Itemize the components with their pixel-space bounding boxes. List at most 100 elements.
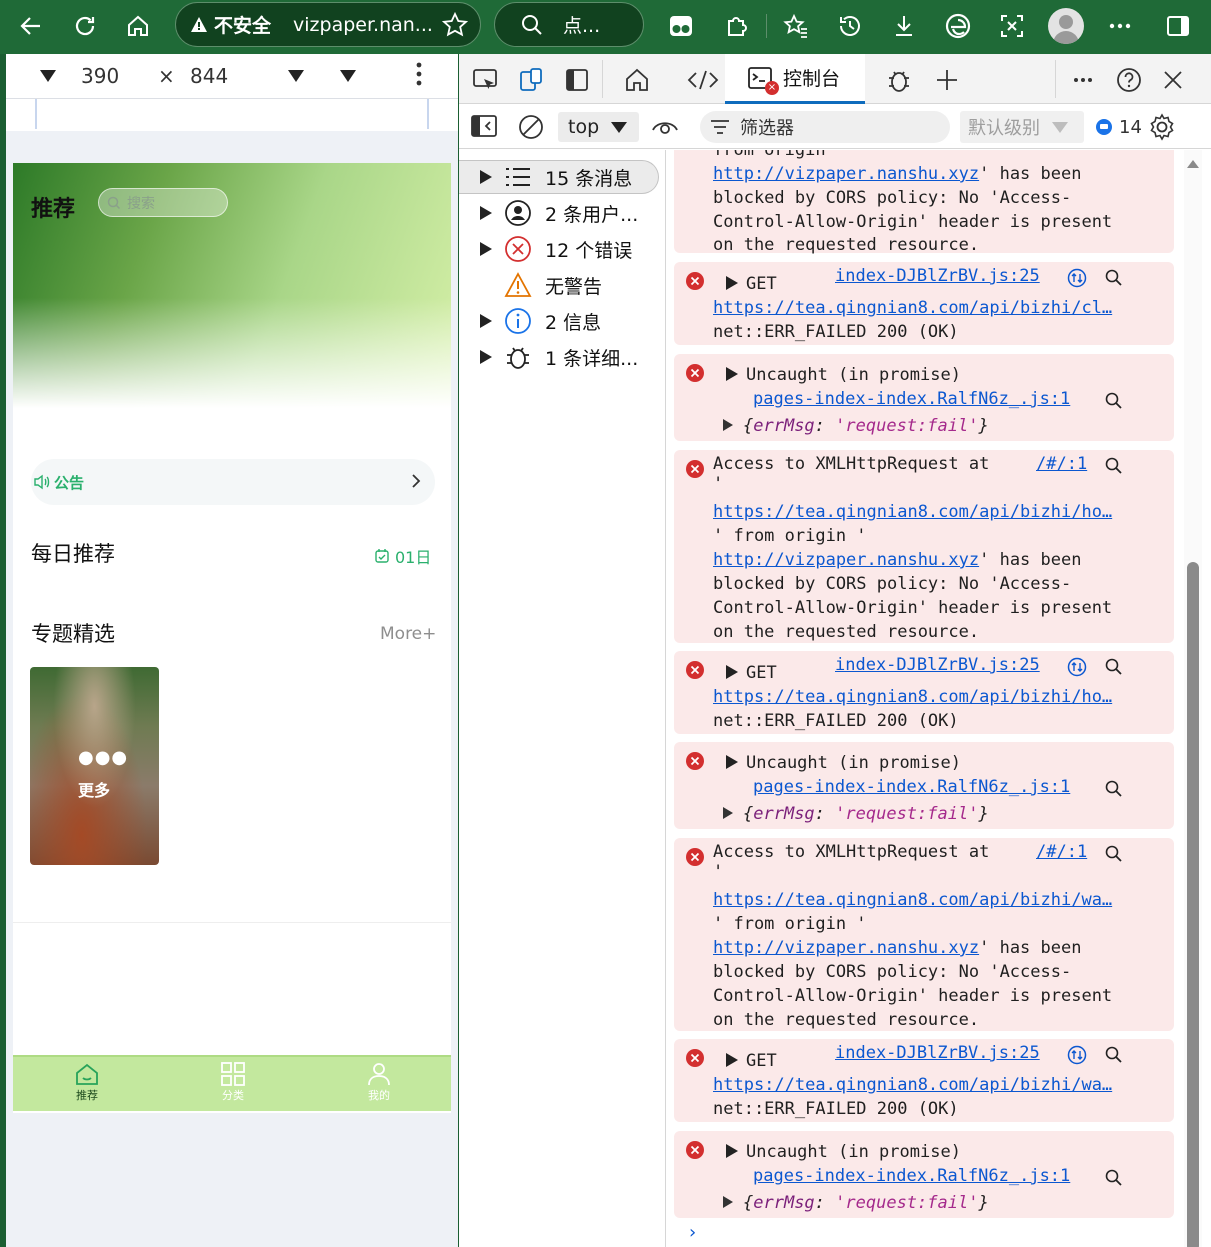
expand-arrow-icon[interactable] bbox=[723, 1196, 733, 1208]
edge-icon[interactable] bbox=[940, 8, 976, 44]
network-request-icon[interactable] bbox=[1067, 268, 1087, 288]
extensions-icon[interactable] bbox=[718, 8, 754, 44]
sidebar-item-info[interactable]: 2 信息 bbox=[459, 304, 659, 338]
origin-link[interactable]: http://vizpaper.nanshu.xyz bbox=[713, 164, 979, 184]
glasses-icon[interactable] bbox=[663, 8, 699, 44]
sidebar-toggle-icon[interactable] bbox=[1160, 8, 1196, 44]
security-warning[interactable]: 不安全 bbox=[190, 11, 271, 38]
history-icon[interactable] bbox=[832, 8, 868, 44]
refresh-icon[interactable] bbox=[67, 8, 103, 44]
zoom-dropdown-icon[interactable] bbox=[288, 70, 304, 82]
sidebar-item-user-messages[interactable]: 2 条用户... bbox=[459, 196, 659, 230]
inspect-icon[interactable] bbox=[467, 62, 503, 98]
expand-arrow-icon[interactable] bbox=[723, 807, 733, 819]
source-link[interactable]: pages-index-index.RalfN6z_.js:1 bbox=[753, 387, 1070, 411]
request-url-link[interactable]: https://tea.qingnian8.com/api/bizhi/wa… bbox=[713, 888, 1112, 912]
expand-arrow-icon[interactable] bbox=[726, 1144, 738, 1158]
expand-arrow-icon[interactable] bbox=[480, 350, 492, 364]
screenshot-icon[interactable] bbox=[994, 8, 1030, 44]
more-link[interactable]: More+ bbox=[380, 624, 436, 644]
issues-counter[interactable]: 14 bbox=[1095, 113, 1176, 141]
profile-avatar[interactable] bbox=[1048, 8, 1084, 44]
device-width[interactable]: 390 bbox=[81, 64, 119, 88]
sidebar-item-errors[interactable]: 12 个错误 bbox=[459, 232, 659, 266]
origin-link[interactable]: http://vizpaper.nanshu.xyz bbox=[713, 550, 979, 570]
topic-more-card[interactable]: ●●● 更多 bbox=[30, 667, 159, 865]
request-url-link[interactable]: https://tea.qingnian8.com/api/bizhi/cl… bbox=[713, 296, 1112, 320]
expand-arrow-icon[interactable] bbox=[726, 665, 738, 679]
search-icon[interactable] bbox=[1105, 1169, 1123, 1187]
sidebar-item-verbose[interactable]: 1 条详细... bbox=[459, 340, 659, 374]
expand-arrow-icon[interactable] bbox=[480, 170, 492, 184]
expand-arrow-icon[interactable] bbox=[480, 206, 492, 220]
search-icon[interactable] bbox=[1105, 1046, 1123, 1064]
sidebar-toggle-icon[interactable] bbox=[471, 114, 497, 138]
source-link[interactable]: index-DJBlZrBV.js:25 bbox=[835, 1041, 1040, 1065]
search-icon[interactable] bbox=[1105, 269, 1123, 287]
search-icon[interactable] bbox=[1105, 457, 1123, 475]
tab-category[interactable]: 分类 bbox=[193, 1061, 273, 1103]
source-link[interactable]: pages-index-index.RalfN6z_.js:1 bbox=[753, 1164, 1070, 1188]
search-input[interactable]: 搜索 bbox=[98, 188, 228, 217]
notice-bar[interactable]: 公告 bbox=[31, 459, 435, 505]
request-url-link[interactable]: https://tea.qingnian8.com/api/bizhi/ho… bbox=[713, 500, 1112, 524]
source-link[interactable]: /#/:1 bbox=[1036, 452, 1087, 476]
origin-link[interactable]: http://vizpaper.nanshu.xyz bbox=[713, 938, 979, 958]
throttle-dropdown-icon[interactable] bbox=[340, 70, 356, 82]
expand-arrow-icon[interactable] bbox=[726, 755, 738, 769]
device-height[interactable]: 844 bbox=[190, 64, 228, 88]
sidebar-item-messages[interactable]: 15 条消息 bbox=[459, 160, 659, 194]
home-icon[interactable] bbox=[120, 8, 156, 44]
tab-mine[interactable]: 我的 bbox=[339, 1061, 419, 1103]
tab-console[interactable]: × 控制台 bbox=[725, 54, 865, 104]
scrollbar-thumb[interactable] bbox=[1187, 562, 1199, 1247]
device-dropdown-icon[interactable] bbox=[40, 70, 56, 82]
console-prompt[interactable]: › bbox=[687, 1222, 698, 1243]
settings-gear-icon[interactable] bbox=[1148, 113, 1176, 141]
expand-arrow-icon[interactable] bbox=[726, 367, 738, 381]
search-icon[interactable] bbox=[1105, 392, 1123, 410]
source-link[interactable]: pages-index-index.RalfN6z_.js:1 bbox=[753, 775, 1070, 799]
expand-arrow-icon[interactable] bbox=[480, 314, 492, 328]
source-link[interactable]: /#/:1 bbox=[1036, 840, 1087, 864]
source-link[interactable]: index-DJBlZrBV.js:25 bbox=[835, 653, 1040, 677]
eye-icon[interactable] bbox=[651, 118, 679, 136]
help-icon[interactable] bbox=[1111, 62, 1147, 98]
download-icon[interactable] bbox=[886, 8, 922, 44]
tab-recommend[interactable]: 推荐 bbox=[47, 1061, 127, 1103]
elements-icon[interactable] bbox=[685, 62, 721, 98]
clear-console-icon[interactable] bbox=[517, 113, 545, 141]
favorite-star-icon[interactable] bbox=[442, 12, 468, 38]
search-icon[interactable] bbox=[1105, 780, 1123, 798]
add-tab-icon[interactable] bbox=[929, 62, 965, 98]
search-icon[interactable] bbox=[1105, 845, 1123, 863]
close-devtools-icon[interactable] bbox=[1155, 62, 1191, 98]
scroll-up-icon[interactable] bbox=[1187, 160, 1199, 168]
device-toggle-icon[interactable] bbox=[513, 62, 549, 98]
sidebar-item-warnings[interactable]: 无警告 bbox=[459, 268, 659, 302]
source-link[interactable]: index-DJBlZrBV.js:25 bbox=[835, 264, 1040, 288]
filter-input[interactable]: 筛选器 bbox=[700, 111, 950, 143]
request-url-link[interactable]: https://tea.qingnian8.com/api/bizhi/wa… bbox=[713, 1073, 1112, 1097]
browser-search[interactable]: 点... bbox=[494, 2, 644, 47]
favorites-icon[interactable] bbox=[778, 8, 814, 44]
address-bar[interactable]: 不安全 vizpaper.nan... bbox=[175, 2, 481, 47]
request-url-link[interactable]: https://tea.qingnian8.com/api/bizhi/ho… bbox=[713, 685, 1112, 709]
debug-bug-icon[interactable] bbox=[881, 62, 917, 98]
dock-side-icon[interactable] bbox=[559, 62, 595, 98]
back-icon[interactable] bbox=[13, 8, 49, 44]
network-request-icon[interactable] bbox=[1067, 657, 1087, 677]
welcome-home-icon[interactable] bbox=[619, 62, 655, 98]
device-more-icon[interactable] bbox=[416, 62, 422, 86]
expand-arrow-icon[interactable] bbox=[480, 242, 492, 256]
more-menu-icon[interactable] bbox=[1102, 8, 1138, 44]
console-scrollbar[interactable] bbox=[1184, 150, 1202, 1247]
expand-arrow-icon[interactable] bbox=[726, 1053, 738, 1067]
search-icon[interactable] bbox=[1105, 658, 1123, 676]
network-request-icon[interactable] bbox=[1067, 1045, 1087, 1065]
expand-arrow-icon[interactable] bbox=[726, 276, 738, 290]
expand-arrow-icon[interactable] bbox=[723, 419, 733, 431]
log-level-select[interactable]: 默认级别 bbox=[960, 111, 1084, 143]
context-select[interactable]: top bbox=[558, 112, 639, 142]
more-tools-icon[interactable] bbox=[1065, 62, 1101, 98]
